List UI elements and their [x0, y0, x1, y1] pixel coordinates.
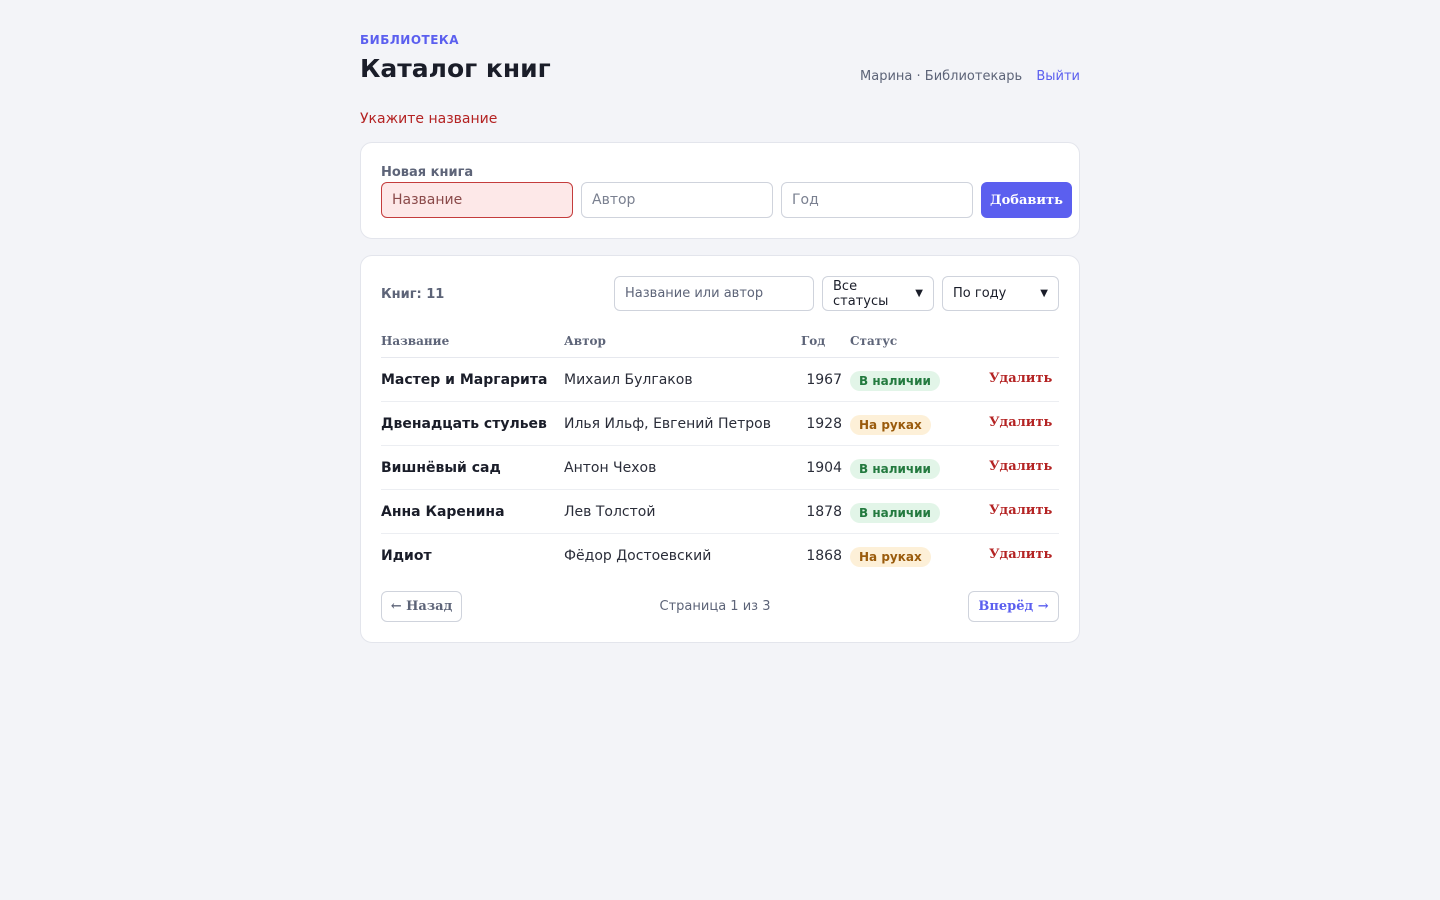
- status-badge: В наличии: [850, 371, 940, 391]
- new-book-card: Новая книга Добавить: [360, 142, 1080, 239]
- book-title: Мастер и Маргарита: [381, 372, 548, 388]
- delete-button[interactable]: Удалить: [989, 459, 1052, 474]
- book-year: 1928: [806, 416, 842, 432]
- logout-link[interactable]: Выйти: [1036, 69, 1080, 84]
- book-count: Книг: 11: [381, 287, 445, 302]
- delete-button[interactable]: Удалить: [989, 415, 1052, 430]
- delete-button[interactable]: Удалить: [989, 371, 1052, 386]
- column-header-year[interactable]: Год: [801, 334, 825, 348]
- page-title: Каталог книг: [360, 54, 551, 83]
- status-filter-value: Все статусы: [833, 278, 889, 309]
- validation-error: Укажите название: [360, 111, 498, 127]
- delete-button[interactable]: Удалить: [989, 547, 1052, 562]
- table-row: Мастер и Маргарита Михаил Булгаков 1967 …: [381, 358, 1059, 402]
- pagination-info: Страница 1 из 3: [659, 599, 771, 614]
- author-input[interactable]: [581, 182, 773, 218]
- book-author: Илья Ильф, Евгений Петров: [564, 416, 771, 432]
- status-badge: В наличии: [850, 459, 940, 479]
- book-list-card: Книг: 11 Все статусы ▼ По году ▼ Названи…: [360, 255, 1080, 643]
- book-year: 1878: [806, 504, 842, 520]
- book-author: Фёдор Достоевский: [564, 548, 712, 564]
- title-input[interactable]: [381, 182, 573, 218]
- next-page-button[interactable]: Вперёд →: [968, 591, 1059, 622]
- year-input[interactable]: [781, 182, 973, 218]
- column-header-title[interactable]: Название: [381, 334, 449, 348]
- user-name-role: Марина · Библиотекарь: [860, 69, 1023, 84]
- status-filter-select[interactable]: Все статусы ▼: [822, 276, 934, 311]
- status-badge: В наличии: [850, 503, 940, 523]
- column-header-author[interactable]: Автор: [564, 334, 606, 348]
- status-badge: На руках: [850, 415, 931, 435]
- table-row: Вишнёвый сад Антон Чехов 1904 В наличии …: [381, 446, 1059, 490]
- book-year: 1904: [806, 460, 842, 476]
- search-input[interactable]: [614, 276, 814, 311]
- delete-button[interactable]: Удалить: [989, 503, 1052, 518]
- status-badge: На руках: [850, 547, 931, 567]
- add-book-button[interactable]: Добавить: [981, 182, 1072, 218]
- user-info: Марина · Библиотекарь Выйти: [860, 69, 1080, 84]
- book-title: Вишнёвый сад: [381, 460, 501, 476]
- book-year: 1868: [806, 548, 842, 564]
- table-row: Идиот Фёдор Достоевский 1868 На руках Уд…: [381, 534, 1059, 578]
- book-title: Идиот: [381, 548, 432, 564]
- brand-label: БИБЛИОТЕКА: [360, 33, 460, 47]
- book-year: 1967: [806, 372, 842, 388]
- new-book-label: Новая книга: [381, 165, 474, 180]
- column-header-status[interactable]: Статус: [850, 334, 897, 348]
- sort-select[interactable]: По году ▼: [942, 276, 1059, 311]
- table-row: Двенадцать стульев Илья Ильф, Евгений Пе…: [381, 402, 1059, 446]
- chevron-down-icon: ▼: [915, 288, 923, 299]
- prev-page-button[interactable]: ← Назад: [381, 591, 462, 622]
- book-author: Антон Чехов: [564, 460, 657, 476]
- chevron-down-icon: ▼: [1040, 288, 1048, 299]
- book-author: Михаил Булгаков: [564, 372, 693, 388]
- sort-value: По году: [953, 286, 1007, 301]
- book-title: Двенадцать стульев: [381, 416, 547, 432]
- table-row: Анна Каренина Лев Толстой 1878 В наличии…: [381, 490, 1059, 534]
- book-author: Лев Толстой: [564, 504, 656, 520]
- book-title: Анна Каренина: [381, 504, 505, 520]
